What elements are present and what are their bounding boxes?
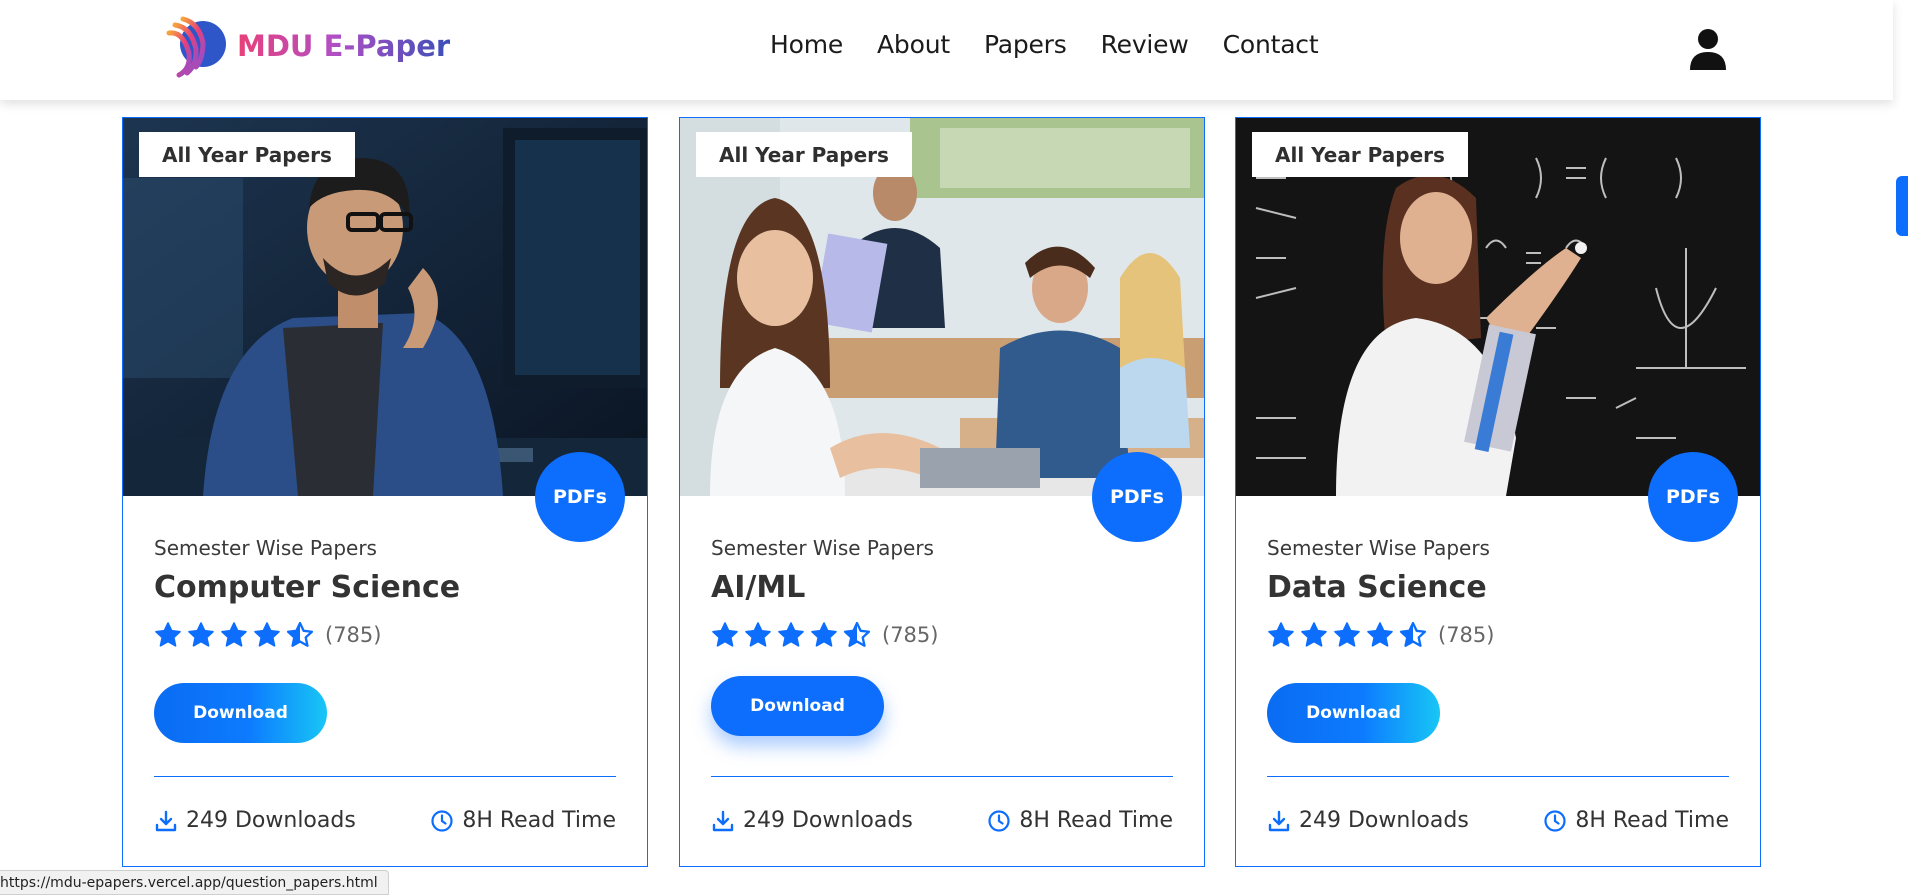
- star-icon: [188, 622, 214, 647]
- downloads-text: 249 Downloads: [1299, 808, 1469, 833]
- nav-review[interactable]: Review: [1101, 30, 1189, 59]
- star-icon: [221, 622, 247, 647]
- downloads-count: 249 Downloads: [1267, 808, 1469, 833]
- side-tab[interactable]: [1896, 176, 1908, 236]
- clock-icon: [988, 809, 1010, 832]
- card-subtitle: Semester Wise Papers: [711, 536, 934, 560]
- pdfs-badge[interactable]: PDFs: [1092, 452, 1182, 542]
- logo-icon: [166, 16, 226, 78]
- rating-count: (785): [325, 623, 382, 647]
- card-divider: [711, 776, 1173, 777]
- read-time-text: 8H Read Time: [1575, 808, 1729, 833]
- downloads-text: 249 Downloads: [743, 808, 913, 833]
- clock-icon: [431, 809, 453, 832]
- nav-papers[interactable]: Papers: [984, 30, 1067, 59]
- star-rating: (785): [711, 621, 938, 649]
- rating-count: (785): [1438, 623, 1495, 647]
- read-time: 8H Read Time: [987, 808, 1173, 833]
- download-button[interactable]: Download: [1267, 683, 1440, 743]
- status-url-text: https://mdu-epapers.vercel.app/question_…: [0, 874, 378, 891]
- card-divider: [154, 776, 616, 777]
- star-icon: [745, 622, 771, 647]
- site-header: MDU E-Paper Home About Papers Review Con…: [0, 0, 1893, 100]
- download-button[interactable]: Download: [154, 683, 327, 743]
- rating-count: (785): [882, 623, 939, 647]
- read-time-text: 8H Read Time: [1019, 808, 1173, 833]
- nav-contact[interactable]: Contact: [1223, 30, 1319, 59]
- star-icon: [155, 622, 181, 647]
- star-icon: [1301, 622, 1327, 647]
- read-time-text: 8H Read Time: [462, 808, 616, 833]
- card-subtitle: Semester Wise Papers: [1267, 536, 1490, 560]
- download-icon: [712, 810, 734, 831]
- downloads-count: 249 Downloads: [154, 808, 356, 833]
- status-bar-url: https://mdu-epapers.vercel.app/question_…: [0, 870, 389, 895]
- card-title: Data Science: [1267, 570, 1487, 605]
- paper-card-data-science: All Year Papers PDFs Semester Wise Paper…: [1235, 117, 1761, 867]
- star-icon: [712, 622, 738, 647]
- star-icon: [254, 622, 280, 647]
- nav-about[interactable]: About: [877, 30, 950, 59]
- pdfs-badge[interactable]: PDFs: [1648, 452, 1738, 542]
- star-icon: [811, 622, 837, 647]
- download-button[interactable]: Download: [711, 676, 884, 736]
- read-time: 8H Read Time: [430, 808, 616, 833]
- paper-card-computer-science: All Year Papers PDFs Semester Wise Paper…: [122, 117, 648, 867]
- star-icon: [1334, 622, 1360, 647]
- pdfs-badge[interactable]: PDFs: [535, 452, 625, 542]
- star-half-icon: [1399, 621, 1427, 647]
- star-rating: (785): [1267, 621, 1494, 649]
- download-icon: [1268, 810, 1290, 831]
- card-title: Computer Science: [154, 570, 461, 605]
- all-year-papers-tag: All Year Papers: [1252, 132, 1468, 177]
- brand-name: MDU E-Paper: [237, 29, 451, 63]
- star-half-icon: [843, 621, 871, 647]
- star-icon: [778, 622, 804, 647]
- star-icon: [1367, 622, 1393, 647]
- all-year-papers-tag: All Year Papers: [696, 132, 912, 177]
- star-rating: (785): [154, 621, 381, 649]
- downloads-text: 249 Downloads: [186, 808, 356, 833]
- nav-home[interactable]: Home: [770, 30, 843, 59]
- paper-card-ai-ml: All Year Papers PDFs Semester Wise Paper…: [679, 117, 1205, 867]
- star-icon: [1268, 622, 1294, 647]
- clock-icon: [1544, 809, 1566, 832]
- card-subtitle: Semester Wise Papers: [154, 536, 377, 560]
- main-nav: Home About Papers Review Contact: [770, 30, 1319, 59]
- card-divider: [1267, 776, 1729, 777]
- downloads-count: 249 Downloads: [711, 808, 913, 833]
- all-year-papers-tag: All Year Papers: [139, 132, 355, 177]
- user-icon[interactable]: [1688, 28, 1728, 70]
- star-half-icon: [286, 621, 314, 647]
- card-title: AI/ML: [711, 570, 806, 605]
- download-icon: [155, 810, 177, 831]
- read-time: 8H Read Time: [1543, 808, 1729, 833]
- brand-logo[interactable]: MDU E-Paper: [163, 13, 450, 79]
